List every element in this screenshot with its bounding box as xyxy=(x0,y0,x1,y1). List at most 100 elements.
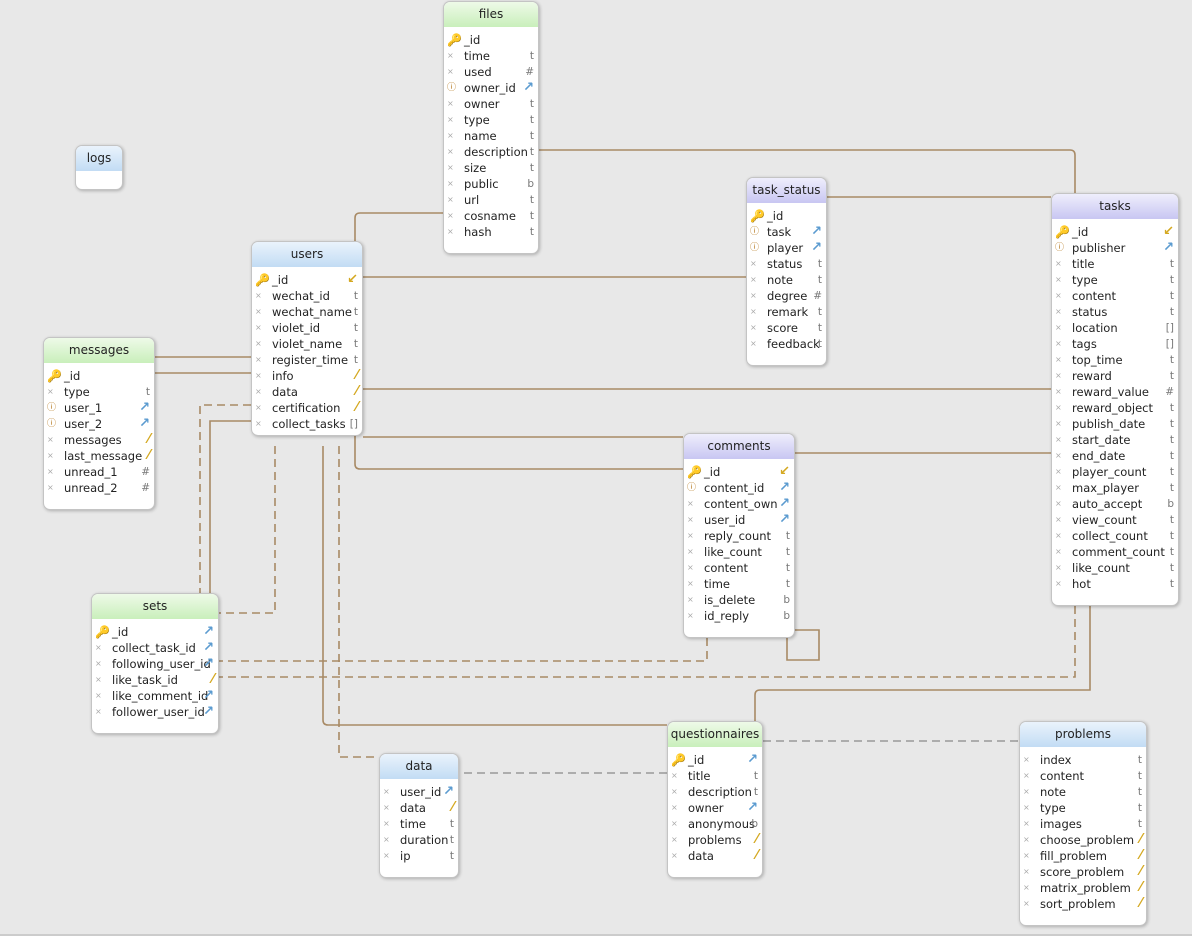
field-row[interactable]: × user_id ↗ xyxy=(380,784,458,800)
field-row[interactable]: × top_time t xyxy=(1052,352,1178,368)
field-row[interactable]: × name t xyxy=(444,128,538,144)
field-row[interactable]: × data ⁄ xyxy=(380,800,458,816)
field-row[interactable]: ⓘ publisher ↗ xyxy=(1052,240,1178,256)
field-row[interactable]: × hot t xyxy=(1052,576,1178,592)
field-row[interactable]: × max_player t xyxy=(1052,480,1178,496)
field-row[interactable]: × matrix_problem ⁄ xyxy=(1020,880,1146,896)
field-row[interactable]: × content t xyxy=(1020,768,1146,784)
field-row[interactable]: × time t xyxy=(684,576,794,592)
field-row[interactable]: × index t xyxy=(1020,752,1146,768)
field-row[interactable]: ⓘ user_1 ↗ xyxy=(44,400,154,416)
field-row[interactable]: × view_count t xyxy=(1052,512,1178,528)
table-files[interactable]: files 🔑 _id × time t × used # ⓘ owner_id ↗ × owner t × t… xyxy=(443,1,539,254)
field-row[interactable]: × size t xyxy=(444,160,538,176)
table-users[interactable]: users 🔑 _id ↙ × wechat_id t × wechat_name t × viole… xyxy=(251,241,363,436)
field-row[interactable]: ⓘ content_id ↗ xyxy=(684,480,794,496)
field-row[interactable]: × like_comment_id ↗ xyxy=(92,688,218,704)
field-row[interactable]: × note t xyxy=(747,272,826,288)
field-row[interactable]: × collect_task_id ↗ xyxy=(92,640,218,656)
field-row[interactable]: × content_own ↗ xyxy=(684,496,794,512)
table-header[interactable]: data xyxy=(380,754,458,779)
table-header[interactable]: questionnaires xyxy=(668,722,762,747)
field-row[interactable]: × hash t xyxy=(444,224,538,240)
field-row[interactable]: × info ⁄ xyxy=(252,368,362,384)
field-row[interactable]: × content t xyxy=(684,560,794,576)
field-row[interactable]: × score t xyxy=(747,320,826,336)
field-row[interactable]: × description t xyxy=(668,784,762,800)
field-row[interactable]: × location [] xyxy=(1052,320,1178,336)
field-row[interactable]: 🔑 _id ↗ xyxy=(92,624,218,640)
field-row[interactable]: 🔑 _id ↙ xyxy=(684,464,794,480)
field-row[interactable]: × follower_user_id ↗ xyxy=(92,704,218,720)
field-row[interactable]: × url t xyxy=(444,192,538,208)
field-row[interactable]: × end_date t xyxy=(1052,448,1178,464)
field-row[interactable]: × collect_tasks[] xyxy=(252,416,362,432)
table-messages[interactable]: messages 🔑 _id × type t ⓘ user_1 ↗ ⓘ user_2 ↗ × messa… xyxy=(43,337,155,510)
table-header[interactable]: tasks xyxy=(1052,194,1178,219)
field-row[interactable]: ⓘ task ↗ xyxy=(747,224,826,240)
field-row[interactable]: × player_count t xyxy=(1052,464,1178,480)
field-row[interactable]: × publish_date t xyxy=(1052,416,1178,432)
field-row[interactable]: × comment_count t xyxy=(1052,544,1178,560)
field-row[interactable]: × feedback t xyxy=(747,336,826,352)
field-row[interactable]: × wechat_name t xyxy=(252,304,362,320)
field-row[interactable]: × fill_problem ⁄ xyxy=(1020,848,1146,864)
field-row[interactable]: × is_delete b xyxy=(684,592,794,608)
table-sets[interactable]: sets 🔑 _id ↗ × collect_task_id ↗ × following_use… xyxy=(91,593,219,734)
field-row[interactable]: × certification ⁄ xyxy=(252,400,362,416)
field-row[interactable]: × type t xyxy=(444,112,538,128)
field-row[interactable]: × status t xyxy=(1052,304,1178,320)
field-row[interactable]: 🔑 _id xyxy=(747,208,826,224)
field-row[interactable]: × content t xyxy=(1052,288,1178,304)
table-header[interactable]: messages xyxy=(44,338,154,363)
field-row[interactable]: × public b xyxy=(444,176,538,192)
field-row[interactable]: × note t xyxy=(1020,784,1146,800)
table-header[interactable]: logs xyxy=(76,146,122,171)
field-row[interactable]: × cosname t xyxy=(444,208,538,224)
table-header[interactable]: users xyxy=(252,242,362,267)
field-row[interactable]: × sort_problem ⁄ xyxy=(1020,896,1146,912)
field-row[interactable]: × reward t xyxy=(1052,368,1178,384)
field-row[interactable]: × type t xyxy=(1020,800,1146,816)
table-questionnaires[interactable]: questionnaires 🔑 _id ↗ × title t × description t ×… xyxy=(667,721,763,878)
field-row[interactable]: × like_count t xyxy=(1052,560,1178,576)
field-row[interactable]: × images t xyxy=(1020,816,1146,832)
table-tasks[interactable]: tasks 🔑 _id ↙ ⓘ publisher ↗ × title t × type t × conte… xyxy=(1051,193,1179,606)
field-row[interactable]: × type t xyxy=(44,384,154,400)
field-row[interactable]: × like_task_id ⁄ xyxy=(92,672,218,688)
field-row[interactable]: × data ⁄ xyxy=(668,848,762,864)
table-header[interactable]: comments xyxy=(684,434,794,459)
field-row[interactable]: × reward_object t xyxy=(1052,400,1178,416)
field-row[interactable]: × reward_value # xyxy=(1052,384,1178,400)
field-row[interactable]: × degree # xyxy=(747,288,826,304)
field-row[interactable]: × register_time t xyxy=(252,352,362,368)
field-row[interactable]: × data ⁄ xyxy=(252,384,362,400)
table-header[interactable]: problems xyxy=(1020,722,1146,747)
field-row[interactable]: × last_message ⁄ xyxy=(44,448,154,464)
field-row[interactable]: × ip t xyxy=(380,848,458,864)
field-row[interactable]: × title t xyxy=(1052,256,1178,272)
field-row[interactable]: × time t xyxy=(380,816,458,832)
field-row[interactable]: × type t xyxy=(1052,272,1178,288)
field-row[interactable]: 🔑 _id ↙ xyxy=(252,272,362,288)
field-row[interactable]: × problems ⁄ xyxy=(668,832,762,848)
field-row[interactable]: × violet_id t xyxy=(252,320,362,336)
field-row[interactable]: 🔑 _id xyxy=(444,32,538,48)
field-row[interactable]: 🔑 _id ↗ xyxy=(668,752,762,768)
field-row[interactable]: × used # xyxy=(444,64,538,80)
field-row[interactable]: × reply_count t xyxy=(684,528,794,544)
field-row[interactable]: × following_user_id ↗ xyxy=(92,656,218,672)
field-row[interactable]: × like_count t xyxy=(684,544,794,560)
field-row[interactable]: × remark t xyxy=(747,304,826,320)
field-row[interactable]: ⓘ user_2 ↗ xyxy=(44,416,154,432)
table-data[interactable]: data × user_id ↗ × data ⁄ × time t × duration t × ip t xyxy=(379,753,459,878)
field-row[interactable]: × status t xyxy=(747,256,826,272)
field-row[interactable]: × description t xyxy=(444,144,538,160)
field-row[interactable]: ⓘ owner_id ↗ xyxy=(444,80,538,96)
field-row[interactable]: × anonymous b xyxy=(668,816,762,832)
field-row[interactable]: × unread_1 # xyxy=(44,464,154,480)
field-row[interactable]: × unread_2 # xyxy=(44,480,154,496)
field-row[interactable]: ⓘ player ↗ xyxy=(747,240,826,256)
field-row[interactable]: × time t xyxy=(444,48,538,64)
field-row[interactable]: × owner t xyxy=(444,96,538,112)
